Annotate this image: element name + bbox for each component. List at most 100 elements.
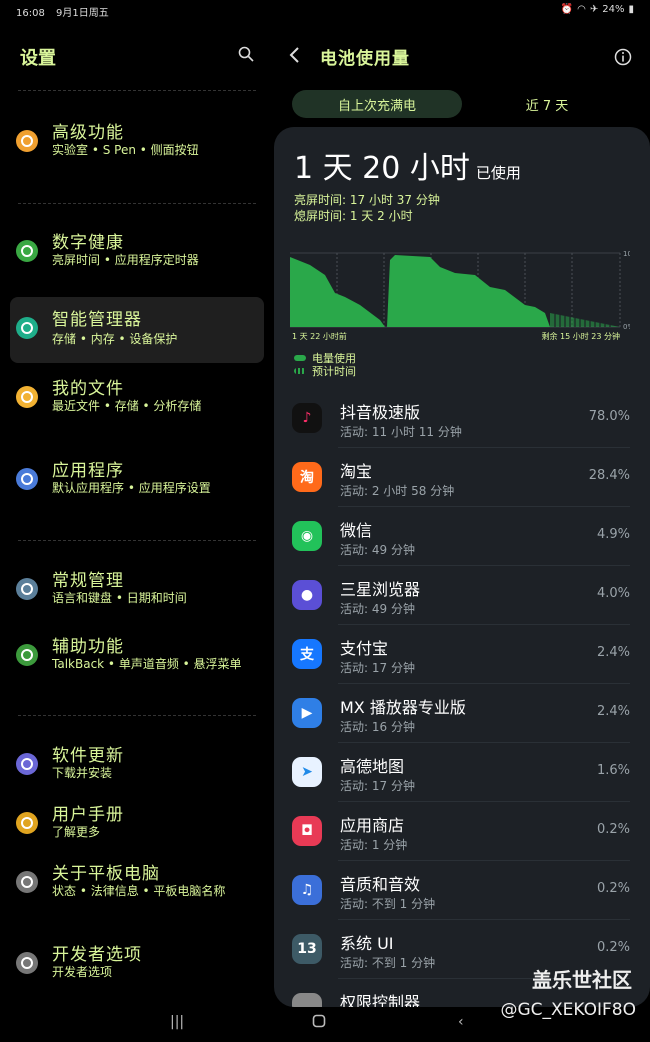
app-name: 支付宝: [340, 639, 389, 658]
app-active-time: 活动: 2 小时 58 分钟: [340, 484, 455, 498]
app-name: 三星浏览器: [340, 580, 421, 599]
settings-item-title: 关于平板电脑: [52, 864, 160, 884]
app-active-time: 活动: 不到 1 分钟: [340, 897, 436, 911]
settings-item-subtitle: 最近文件 • 存储 • 分析存储: [52, 399, 202, 413]
settings-item-subtitle: 了解更多: [52, 825, 101, 839]
settings-item[interactable]: 应用程序 默认应用程序 • 应用程序设置: [10, 452, 264, 528]
battery-percent: 24%: [602, 4, 625, 15]
settings-item-title: 软件更新: [52, 746, 124, 766]
app-usage-row[interactable]: ▶ MX 播放器专业版 活动: 16 分钟 2.4%: [274, 684, 650, 743]
sliders-icon: [16, 578, 38, 600]
settings-item-subtitle: 语言和键盘 • 日期和时间: [52, 591, 187, 605]
divider: [18, 715, 256, 716]
app-usage-row[interactable]: ● 三星浏览器 活动: 49 分钟 4.0%: [274, 566, 650, 625]
app-name: 权限控制器: [340, 993, 421, 1007]
status-time-date: 16:08 9月1日周五: [16, 4, 109, 19]
settings-item-subtitle: 状态 • 法律信息 • 平板电脑名称: [52, 884, 226, 898]
app-usage-row[interactable]: 支支付宝 活动: 17 分钟 2.4%: [274, 625, 650, 684]
status-bar: 16:08 9月1日周五 ⏰ ◠ ✈ 24% ▮: [0, 0, 650, 20]
settings-item[interactable]: 高级功能 实验室 • S Pen • 侧面按钮: [10, 112, 264, 192]
airplane-icon: ✈: [589, 4, 599, 15]
status-icons: ⏰ ◠ ✈ 24% ▮: [561, 4, 634, 15]
battery-usage-title: 电池使用量: [320, 49, 410, 69]
status-time: 16:08: [16, 8, 45, 19]
gauge-icon: [16, 317, 38, 339]
app-name: 淘宝: [340, 462, 373, 481]
amap-icon: ➤: [292, 757, 322, 787]
battery-icon: ▮: [628, 4, 634, 15]
app-active-time: 活动: 17 分钟: [340, 661, 415, 675]
divider: [18, 540, 256, 541]
chart-end-label: 剩余 15 小时 23 分钟: [541, 331, 620, 341]
divider: [18, 90, 256, 91]
folder-icon: [16, 386, 38, 408]
total-usage: 1 天 20 小时 已使用: [294, 143, 521, 187]
app-usage-percent: 4.9%: [596, 527, 630, 542]
settings-item[interactable]: 常规管理 语言和键盘 • 日期和时间: [10, 562, 264, 622]
app-usage-row[interactable]: ♫ 音质和音效活动: 不到 1 分钟 0.2%: [274, 861, 650, 920]
battery-chart: 100 0% 1 天 22 小时前 剩余 15 小时 23 分钟: [290, 245, 636, 345]
wifi-icon: ◠: [577, 4, 586, 15]
app-usage-percent: 0.2%: [596, 881, 630, 896]
app-name: 高德地图: [340, 757, 405, 776]
battery-usage-area: [290, 255, 550, 327]
settings-item[interactable]: 我的文件 最近文件 • 存储 • 分析存储: [10, 370, 264, 446]
gear-plus-icon: [16, 130, 38, 152]
settings-item-title: 开发者选项: [52, 945, 142, 965]
settings-item[interactable]: 开发者选项 开发者选项: [10, 936, 264, 996]
settings-title: 设置: [20, 48, 56, 69]
legend-usage-swatch: [294, 355, 306, 361]
tab-since-full-charge[interactable]: 自上次充满电: [292, 90, 462, 118]
settings-item[interactable]: 软件更新 下载并安装: [10, 737, 264, 797]
app-name: 音质和音效: [340, 875, 421, 894]
app-name: 微信: [340, 521, 373, 540]
recent-apps-icon[interactable]: |||: [170, 1014, 184, 1030]
settings-item-title: 用户手册: [52, 805, 124, 825]
back-nav-icon[interactable]: ‹: [458, 1014, 464, 1030]
app-usage-percent: 0.2%: [596, 940, 630, 955]
screen-off-time: 熄屏时间: 1 天 2 小时: [294, 209, 413, 223]
screen-on-time: 亮屏时间: 17 小时 37 分钟: [294, 193, 440, 207]
tab-last-7-days[interactable]: 近 7 天: [472, 90, 622, 118]
wechat-icon: ◉: [292, 521, 322, 551]
settings-item-title: 辅助功能: [52, 637, 124, 657]
home-icon[interactable]: [312, 1014, 326, 1032]
apps-grid-icon: [16, 468, 38, 490]
settings-item-title: 数字健康: [52, 233, 124, 253]
settings-item[interactable]: 关于平板电脑 状态 • 法律信息 • 平板电脑名称: [10, 855, 264, 931]
search-icon[interactable]: [238, 46, 256, 64]
app-usage-percent: 78.0%: [588, 409, 630, 424]
navigation-bar: ||| ‹: [0, 1006, 650, 1042]
settings-item-subtitle: 亮屏时间 • 应用程序定时器: [52, 253, 199, 267]
settings-item-title: 智能管理器: [52, 310, 142, 330]
settings-item[interactable]: 用户手册 了解更多: [10, 796, 264, 856]
app-usage-row[interactable]: ◘ 应用商店 活动: 1 分钟 0.2%: [274, 802, 650, 861]
app-usage-row[interactable]: ♪ 抖音极速版 活动: 11 小时 11 分钟 78.0%: [274, 389, 650, 448]
braces-icon: [16, 952, 38, 974]
settings-item-subtitle: 开发者选项: [52, 965, 113, 979]
settings-item[interactable]: 数字健康 亮屏时间 • 应用程序定时器: [10, 222, 264, 292]
heart-ring-icon: [16, 240, 38, 262]
settings-pane: 设置 高级功能 实验室 • S Pen • 侧面按钮数字健康 亮屏时间 • 应用程序…: [0, 20, 270, 1020]
watermark: 盖乐世社区: [532, 968, 632, 992]
sound-icon: ♫: [292, 875, 322, 905]
app-name: 系统 UI: [340, 934, 394, 953]
app-active-time: 活动: 16 分钟: [340, 720, 415, 734]
settings-item[interactable]: 辅助功能 TalkBack • 单声道音频 • 悬浮菜单: [10, 628, 264, 704]
settings-item-subtitle: 存储 • 内存 • 设备保护: [52, 332, 178, 346]
app-usage-row[interactable]: ➤ 高德地图 活动: 17 分钟 1.6%: [274, 743, 650, 802]
info-circle-icon: [16, 871, 38, 893]
settings-item[interactable]: 智能管理器存储 • 内存 • 设备保护: [10, 297, 264, 363]
app-usage-row[interactable]: ◉ 微信 活动: 49 分钟 4.9%: [274, 507, 650, 566]
settings-item-title: 常规管理: [52, 571, 124, 591]
alipay-icon: 支: [292, 639, 322, 669]
app-usage-row[interactable]: 淘淘宝 活动: 2 小时 58 分钟 28.4%: [274, 448, 650, 507]
info-icon[interactable]: [614, 48, 632, 70]
total-usage-value: 1 天 20 小时: [294, 151, 470, 186]
app-usage-percent: 28.4%: [588, 468, 630, 483]
settings-item-title: 我的文件: [52, 379, 124, 399]
chart-top-label: 100: [623, 250, 630, 258]
app-name: MX 播放器专业版: [340, 698, 466, 717]
legend-predict: 预计时间: [294, 363, 356, 379]
back-arrow-icon[interactable]: [288, 46, 302, 68]
